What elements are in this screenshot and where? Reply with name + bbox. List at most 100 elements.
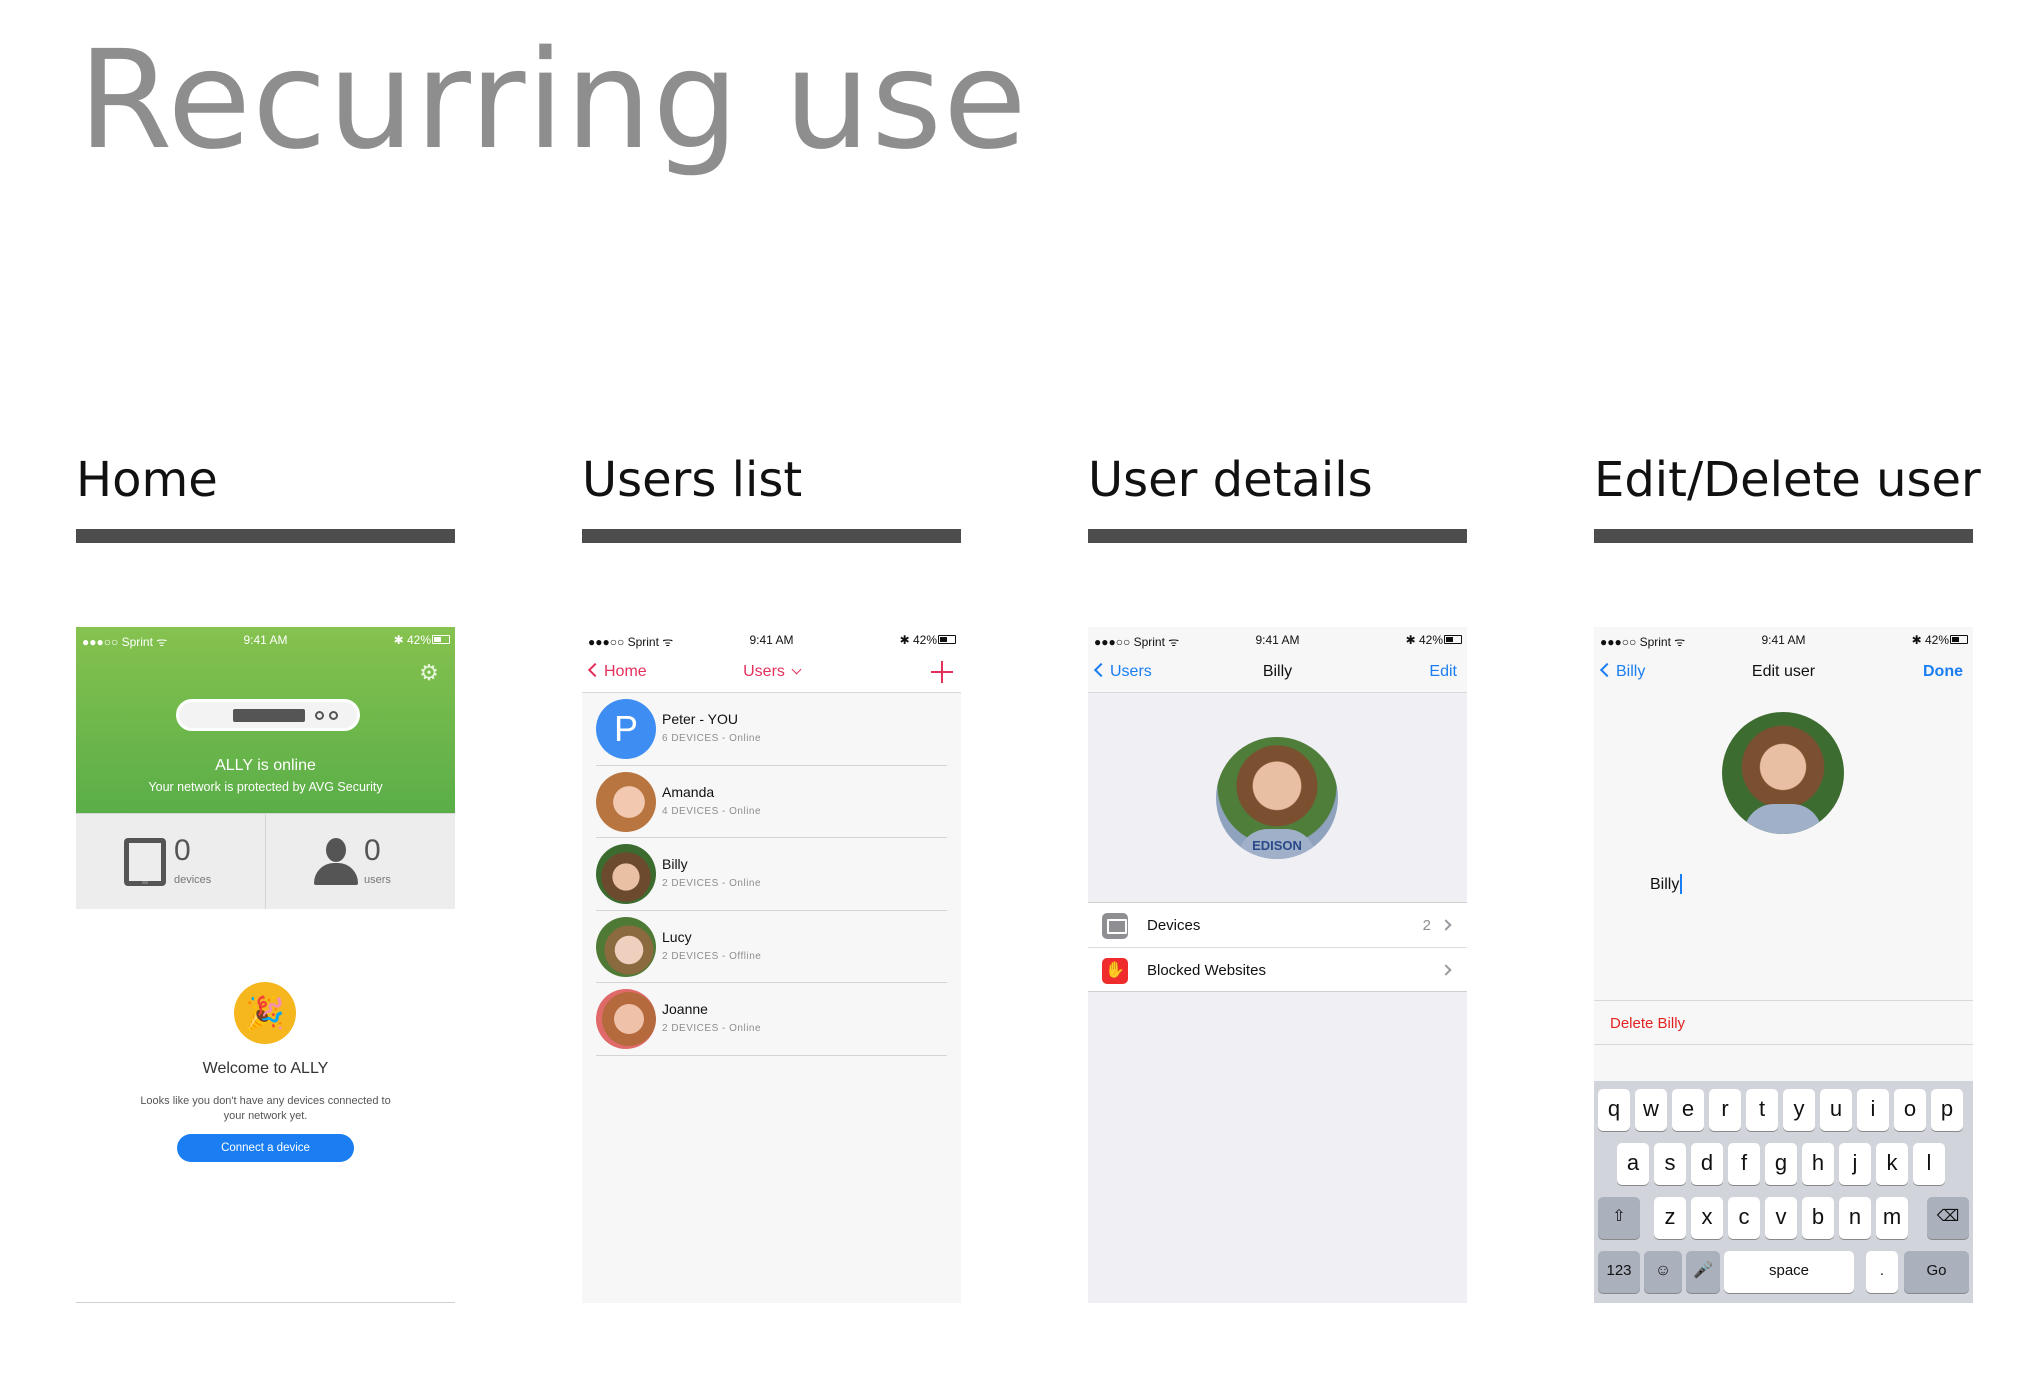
- key[interactable]: z: [1654, 1197, 1686, 1239]
- key[interactable]: l: [1913, 1143, 1945, 1185]
- battery-label: ✱ 42%: [1911, 633, 1949, 647]
- devices-stat[interactable]: 0 devices: [76, 814, 265, 909]
- blocked-websites-cell[interactable]: ✋ Blocked Websites: [1088, 947, 1467, 991]
- status-bar: ●●●○○ Sprint ᯤ 9:41 AM ✱ 42%: [1088, 627, 1467, 653]
- key[interactable]: e: [1672, 1089, 1704, 1131]
- key[interactable]: r: [1709, 1089, 1741, 1131]
- battery-icon: [1950, 635, 1968, 644]
- edit-profile-area: [1594, 693, 1973, 1001]
- avatar-shirt: [1744, 804, 1822, 834]
- key[interactable]: d: [1691, 1143, 1723, 1185]
- key[interactable]: o: [1894, 1089, 1926, 1131]
- user-row[interactable]: Joanne 2 DEVICES - Online: [596, 983, 947, 1056]
- nav-bar: Users Billy Edit: [1088, 653, 1467, 693]
- edit-user-screen: ●●●○○ Sprint ᯤ 9:41 AM ✱ 42% Billy Edit …: [1594, 627, 1973, 1303]
- avatar: [596, 916, 656, 977]
- backspace-key[interactable]: ⌫: [1927, 1197, 1969, 1239]
- name-input[interactable]: [1650, 876, 1770, 894]
- cell-label: Devices: [1147, 917, 1201, 934]
- emoji-key[interactable]: ☺: [1644, 1251, 1682, 1293]
- go-key[interactable]: Go: [1904, 1251, 1969, 1293]
- key[interactable]: t: [1746, 1089, 1778, 1131]
- shift-key[interactable]: ⇧: [1598, 1197, 1640, 1239]
- user-name: Lucy: [662, 928, 692, 945]
- users-dropdown[interactable]: Users: [582, 663, 961, 681]
- users-list-screen: ●●●○○ Sprint ᯤ 9:41 AM ✱ 42% Home Users …: [582, 627, 961, 1303]
- microphone-icon[interactable]: 🎤: [1686, 1251, 1720, 1293]
- key[interactable]: c: [1728, 1197, 1760, 1239]
- key[interactable]: x: [1691, 1197, 1723, 1239]
- key[interactable]: q: [1598, 1089, 1630, 1131]
- nav-bar: Home Users: [582, 653, 961, 693]
- user-meta: 2 DEVICES - Offline: [662, 950, 762, 962]
- user-name: Peter - YOU: [662, 711, 738, 727]
- user-row[interactable]: P Peter - YOU 6 DEVICES - Online: [596, 693, 947, 766]
- key[interactable]: b: [1802, 1197, 1834, 1239]
- user-meta: 2 DEVICES - Online: [662, 1023, 762, 1034]
- devices-count: 0: [174, 834, 191, 867]
- period-key[interactable]: .: [1866, 1251, 1898, 1293]
- user-name: Joanne: [662, 1001, 708, 1017]
- router-led: [329, 711, 338, 720]
- numbers-key[interactable]: 123: [1598, 1251, 1640, 1293]
- avatar[interactable]: [1722, 712, 1844, 834]
- devices-label: devices: [174, 874, 212, 886]
- welcome-title: Welcome to ALLY: [202, 1060, 329, 1077]
- delete-user-button[interactable]: Delete Billy: [1594, 1001, 1973, 1045]
- user-name: Billy: [662, 856, 688, 872]
- key[interactable]: h: [1802, 1143, 1834, 1185]
- key[interactable]: u: [1820, 1089, 1852, 1131]
- user-row[interactable]: Lucy 2 DEVICES - Offline: [596, 911, 947, 983]
- person-icon: [314, 838, 358, 886]
- avatar: [596, 989, 656, 1049]
- column-divider: [1594, 529, 1973, 543]
- chevron-down-icon: [791, 664, 802, 675]
- users-stat[interactable]: 0 users: [265, 814, 455, 909]
- column-divider: [582, 529, 961, 543]
- key[interactable]: n: [1839, 1197, 1871, 1239]
- column-divider: [1088, 529, 1467, 543]
- space-key[interactable]: space: [1724, 1251, 1854, 1293]
- router-led: [315, 711, 324, 720]
- user-row[interactable]: Billy 2 DEVICES - Online: [596, 838, 947, 911]
- key[interactable]: p: [1931, 1089, 1963, 1131]
- tablet-icon: [124, 838, 166, 886]
- key[interactable]: s: [1654, 1143, 1686, 1185]
- page-title: Recurring use: [78, 22, 1028, 180]
- party-icon: 🎉: [234, 982, 296, 1044]
- connect-device-button[interactable]: Connect a device: [177, 1134, 354, 1162]
- key[interactable]: w: [1635, 1089, 1667, 1131]
- user-row[interactable]: Amanda 4 DEVICES - Online: [596, 766, 947, 838]
- battery-label: ✱ 42%: [1405, 633, 1443, 647]
- avatar: [596, 844, 656, 904]
- users-label: users: [364, 874, 391, 886]
- battery-label: ✱ 42%: [393, 633, 431, 647]
- network-status-title: ALLY is online: [215, 757, 316, 774]
- key[interactable]: y: [1783, 1089, 1815, 1131]
- keyboard: q w e r t y u i o p a s d f g h j k l ⇧ …: [1594, 1081, 1973, 1303]
- storyboard: Recurring use Home Users list User detai…: [0, 0, 2029, 1383]
- router-ports: [233, 709, 305, 722]
- key[interactable]: g: [1765, 1143, 1797, 1185]
- add-user-button[interactable]: [929, 659, 955, 685]
- key[interactable]: i: [1857, 1089, 1889, 1131]
- avatar-shirt-text: EDISON: [1252, 838, 1302, 853]
- edit-button[interactable]: Edit: [1429, 663, 1457, 681]
- key[interactable]: j: [1839, 1143, 1871, 1185]
- key[interactable]: m: [1876, 1197, 1908, 1239]
- chevron-right-icon: [1440, 919, 1452, 931]
- network-status-subtitle: Your network is protected by AVG Securit…: [148, 780, 383, 794]
- gear-icon[interactable]: ⚙: [417, 661, 441, 685]
- user-meta: 6 DEVICES - Online: [662, 733, 762, 744]
- column-title-users-list: Users list: [582, 452, 803, 508]
- cell-label: Blocked Websites: [1147, 962, 1266, 979]
- nav-title: Users: [743, 663, 785, 680]
- key[interactable]: f: [1728, 1143, 1760, 1185]
- key[interactable]: a: [1617, 1143, 1649, 1185]
- key[interactable]: k: [1876, 1143, 1908, 1185]
- done-button[interactable]: Done: [1923, 663, 1963, 681]
- hand-stop-icon: ✋: [1102, 958, 1128, 984]
- divider: [76, 1302, 455, 1303]
- key[interactable]: v: [1765, 1197, 1797, 1239]
- devices-cell[interactable]: Devices 2: [1088, 903, 1467, 947]
